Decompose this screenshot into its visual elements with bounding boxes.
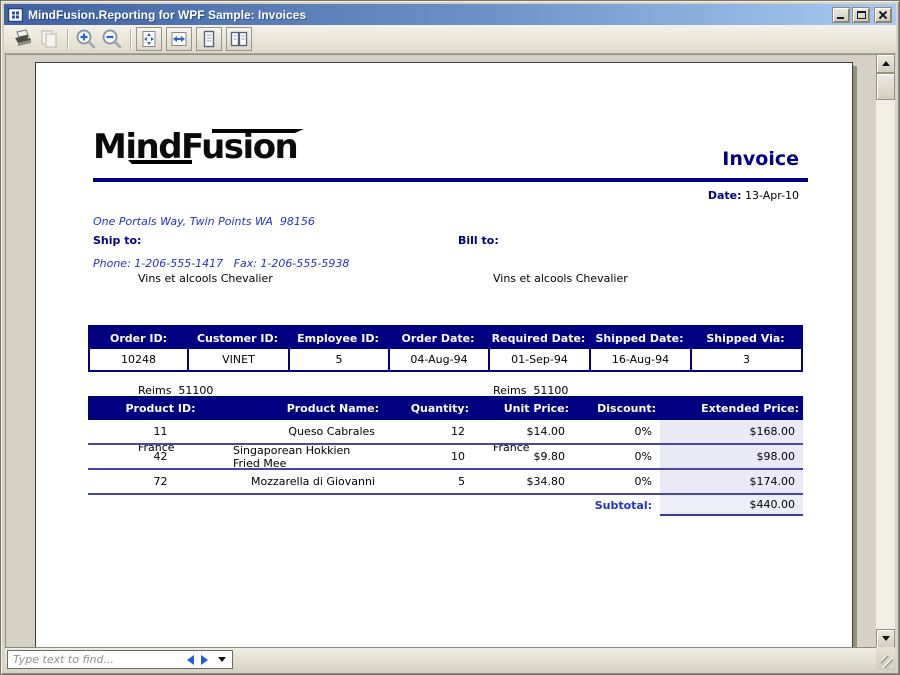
maximize-button[interactable] <box>852 7 870 23</box>
order-table-header: Order ID: Customer ID: Employee ID: Orde… <box>90 327 801 349</box>
date-value: 13-Apr-10 <box>741 189 799 202</box>
subtotal-value: $440.00 <box>660 495 803 516</box>
scroll-down-button[interactable] <box>876 629 895 648</box>
logo-underline-swoosh <box>128 160 192 164</box>
date-label: Date: <box>708 189 742 202</box>
toolbar <box>4 25 896 54</box>
order-info-table: Order ID: Customer ID: Employee ID: Orde… <box>88 325 803 372</box>
single-page-button[interactable] <box>196 27 222 51</box>
vertical-scrollbar[interactable] <box>876 54 895 648</box>
address-line-1: One Portals Way, Twin Points WA 98156 <box>93 215 349 229</box>
order-table-row: 10248 VINET 5 04-Aug-94 01-Sep-94 16-Aug… <box>90 349 801 370</box>
item-row: 42 Singaporean Hokkien Fried Mee 10 $9.8… <box>88 445 803 470</box>
header-rule <box>93 178 808 182</box>
item-row: 72 Mozzarella di Giovanni 5 $34.80 0% $1… <box>88 470 803 495</box>
fit-page-button[interactable] <box>136 27 162 51</box>
close-button[interactable] <box>874 7 892 23</box>
find-bar <box>5 647 895 670</box>
copy-pages-icon <box>39 29 59 49</box>
printer-icon <box>12 29 34 49</box>
find-previous-icon[interactable] <box>187 655 194 665</box>
find-box <box>7 650 233 669</box>
minimize-icon <box>837 17 844 19</box>
app-icon <box>8 8 23 22</box>
app-window: MindFusion.Reporting for WPF Sample: Inv… <box>0 0 900 675</box>
logo-overline-swoosh <box>212 129 304 133</box>
zoom-in-button[interactable] <box>73 27 99 52</box>
maximize-icon <box>857 11 866 19</box>
invoice-title: Invoice <box>722 148 799 170</box>
scroll-up-button[interactable] <box>876 54 895 73</box>
copy-button[interactable] <box>36 27 62 52</box>
scrollbar-thumb[interactable] <box>876 73 895 100</box>
arrow-down-icon <box>882 636 890 641</box>
two-pages-icon <box>230 30 248 48</box>
minimize-button[interactable] <box>832 7 850 23</box>
invoice-date: Date: 13-Apr-10 <box>708 189 799 202</box>
zoom-in-icon <box>74 28 98 50</box>
subtotal-label: Subtotal: <box>88 495 660 516</box>
find-next-icon[interactable] <box>201 655 208 665</box>
line-items-table: Product ID: Product Name: Quantity: Unit… <box>88 396 803 516</box>
find-options-icon[interactable] <box>218 657 226 662</box>
preview-viewport: MindFusion Invoice One Portals Way, Twin… <box>5 54 878 648</box>
two-pages-button[interactable] <box>226 27 252 51</box>
fit-width-button[interactable] <box>166 27 192 51</box>
toolbar-separator <box>67 29 68 50</box>
fit-width-icon <box>170 30 188 48</box>
mindfusion-logo: MindFusion <box>93 127 303 171</box>
single-page-icon <box>200 30 218 48</box>
print-button[interactable] <box>10 27 36 52</box>
subtotal-row: Subtotal: $440.00 <box>88 495 803 516</box>
zoom-out-icon <box>100 28 124 50</box>
items-table-header: Product ID: Product Name: Quantity: Unit… <box>88 396 803 420</box>
ship-to-label: Ship to: <box>93 234 141 247</box>
arrow-up-icon <box>882 61 890 66</box>
invoice-page: MindFusion Invoice One Portals Way, Twin… <box>35 62 853 648</box>
item-row: 11 Queso Cabrales 12 $14.00 0% $168.00 <box>88 420 803 445</box>
resize-grip-icon <box>881 656 893 668</box>
toolbar-separator <box>130 29 131 50</box>
fit-page-icon <box>140 30 158 48</box>
title-bar[interactable]: MindFusion.Reporting for WPF Sample: Inv… <box>4 4 896 25</box>
zoom-out-button[interactable] <box>99 27 125 52</box>
window-title: MindFusion.Reporting for WPF Sample: Inv… <box>28 8 832 22</box>
find-input[interactable] <box>8 652 187 667</box>
resize-grip[interactable] <box>876 647 895 670</box>
